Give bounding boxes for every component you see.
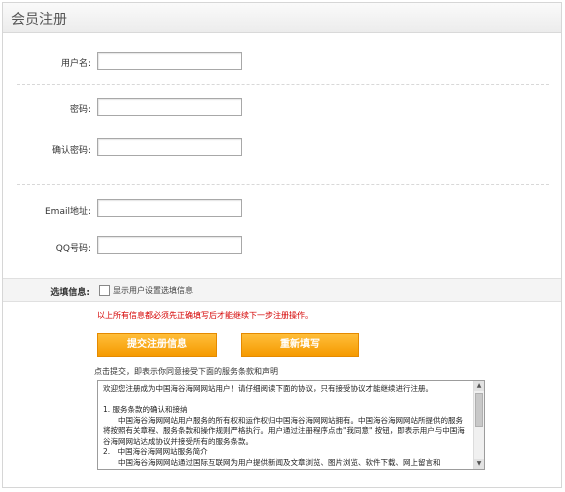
divider (17, 184, 549, 185)
optional-info-label: 选填信息: (50, 288, 90, 298)
scroll-down-arrow-icon[interactable]: ▼ (474, 459, 484, 469)
qq-label: QQ号码: (55, 244, 91, 254)
required-notice: 以上所有信息都必须先正确填写后才能继续下一步注册操作。 (97, 311, 313, 320)
agree-hint: 点击提交，即表示你同意接受下面的服务条款和声明 (94, 367, 278, 376)
terms-text: 欢迎您注册成为中国海谷海网网站用户！请仔细阅读下面的协议，只有接受协议才能继续进… (103, 384, 465, 467)
password-input[interactable] (97, 98, 242, 116)
divider (17, 84, 549, 85)
show-optional-checkbox[interactable] (99, 285, 110, 296)
scroll-up-arrow-icon[interactable]: ▲ (474, 381, 484, 391)
password-label: 密码: (69, 105, 91, 115)
email-label: Email地址: (44, 207, 91, 217)
registration-panel: 会员注册 用户名: 密码: 确认密码: Email地址: QQ号码: 选填信息:… (2, 2, 562, 488)
panel-header: 会员注册 (3, 3, 561, 33)
username-label: 用户名: (60, 59, 91, 69)
optional-info-row: 选填信息: 显示用户设置选填信息 (3, 278, 561, 302)
scroll-thumb[interactable] (475, 393, 483, 427)
reset-form-button[interactable]: 重新填写 (241, 333, 359, 357)
qq-input[interactable] (97, 236, 242, 254)
confirm-password-label: 确认密码: (51, 146, 91, 156)
terms-scrollbar[interactable]: ▲ ▼ (473, 381, 484, 469)
email-input[interactable] (97, 199, 242, 217)
panel-title: 会员注册 (11, 12, 67, 28)
terms-textarea[interactable]: 欢迎您注册成为中国海谷海网网站用户！请仔细阅读下面的协议，只有接受协议才能继续进… (97, 380, 485, 470)
confirm-password-input[interactable] (97, 138, 242, 156)
username-input[interactable] (97, 52, 242, 70)
submit-registration-button[interactable]: 提交注册信息 (97, 333, 217, 357)
show-optional-text: 显示用户设置选填信息 (113, 286, 193, 295)
